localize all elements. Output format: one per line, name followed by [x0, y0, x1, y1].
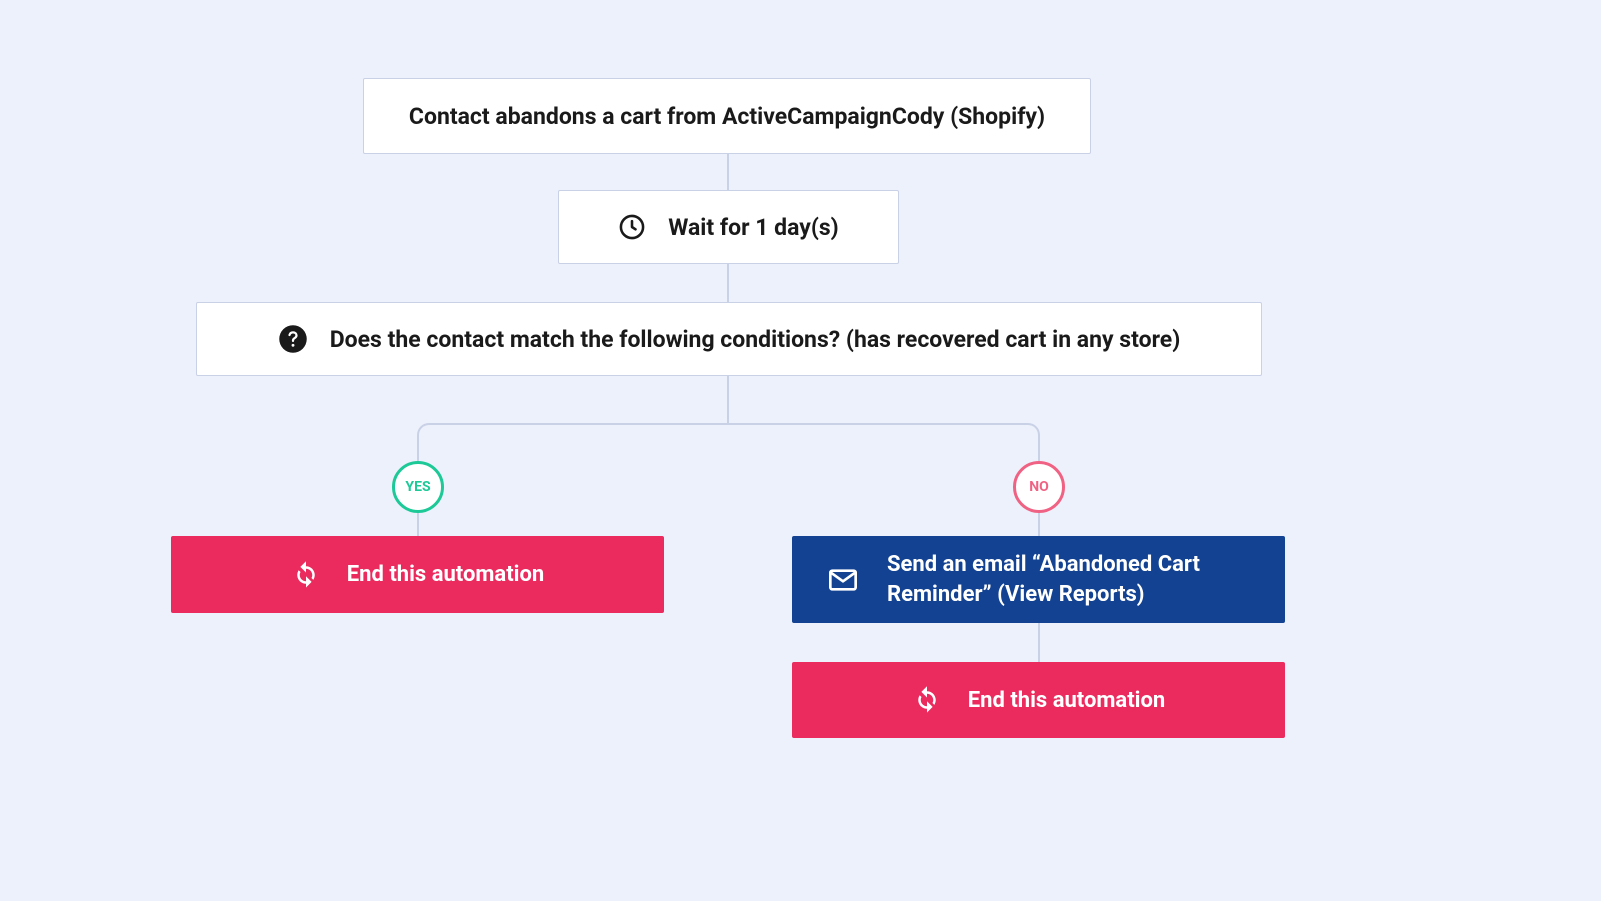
no-pill: NO — [1013, 461, 1065, 513]
condition-label: Does the contact match the following con… — [330, 326, 1181, 353]
connector-branch — [430, 423, 1028, 425]
no-pill-label: NO — [1029, 479, 1049, 495]
connector-line — [727, 264, 729, 302]
send-email-node[interactable]: Send an email “Abandoned Cart Reminder” … — [792, 536, 1285, 623]
end-automation-yes[interactable]: End this automation — [171, 536, 664, 613]
end-automation-no-label: End this automation — [968, 688, 1165, 713]
end-automation-no[interactable]: End this automation — [792, 662, 1285, 738]
trigger-node[interactable]: Contact abandons a cart from ActiveCampa… — [363, 78, 1091, 154]
condition-node[interactable]: Does the contact match the following con… — [196, 302, 1262, 376]
wait-label: Wait for 1 day(s) — [668, 214, 839, 241]
send-email-label: Send an email “Abandoned Cart Reminder” … — [887, 550, 1267, 609]
yes-pill: YES — [392, 461, 444, 513]
clock-icon — [618, 213, 646, 241]
envelope-icon — [827, 564, 859, 596]
wait-node[interactable]: Wait for 1 day(s) — [558, 190, 899, 264]
yes-pill-label: YES — [405, 479, 430, 495]
connector-line — [1038, 623, 1040, 662]
connector-corner — [417, 423, 432, 438]
connector-line — [727, 154, 729, 190]
sync-icon — [291, 560, 321, 590]
question-icon — [278, 324, 308, 354]
end-automation-yes-label: End this automation — [347, 562, 544, 587]
trigger-label: Contact abandons a cart from ActiveCampa… — [409, 103, 1045, 130]
sync-icon — [912, 685, 942, 715]
connector-line — [727, 376, 729, 423]
